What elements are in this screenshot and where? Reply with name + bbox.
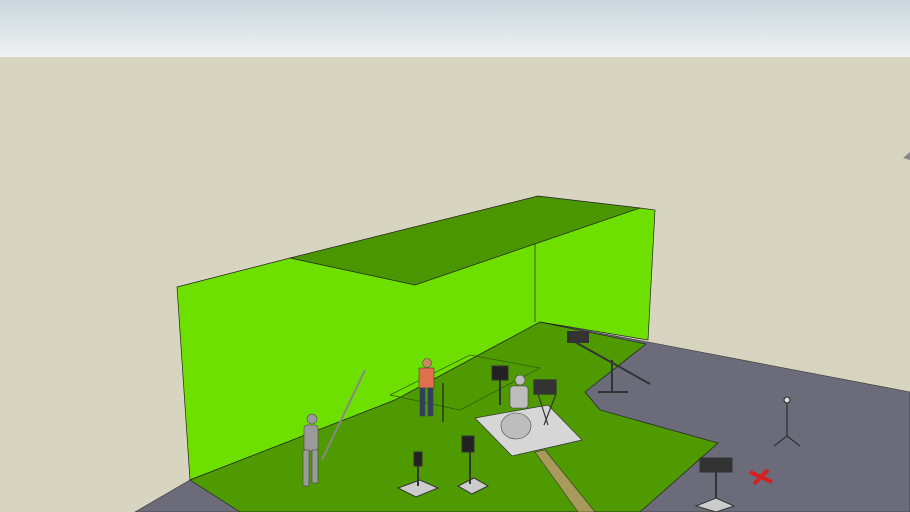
3d-viewport[interactable] (0, 0, 910, 512)
sky (0, 0, 910, 57)
